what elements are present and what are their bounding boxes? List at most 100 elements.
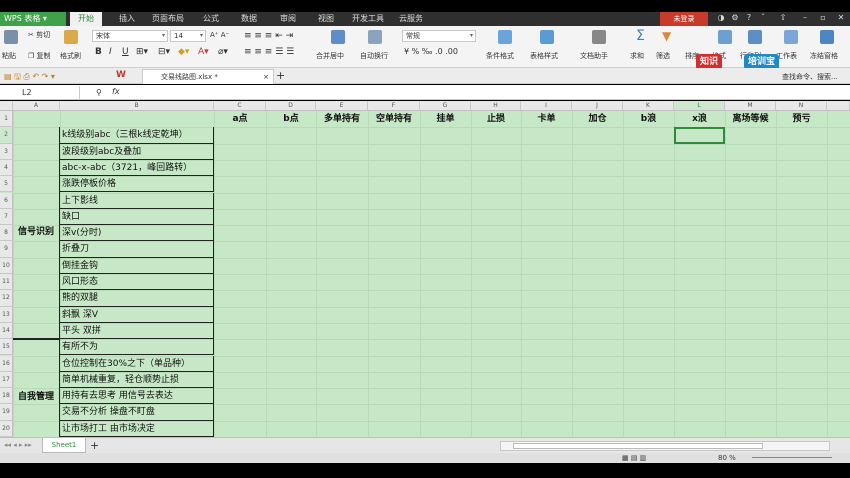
header-cell[interactable]: b浪 bbox=[623, 111, 674, 127]
sheet-nav-icons[interactable]: ◂◂ ◂ ▸ ▸▸ bbox=[4, 441, 32, 449]
column-header[interactable]: K bbox=[623, 101, 674, 111]
conditional-format-label[interactable]: 条件格式 bbox=[486, 51, 514, 61]
minimize-icon[interactable]: – bbox=[800, 13, 810, 23]
header-cell[interactable]: 加仓 bbox=[572, 111, 623, 127]
header-cell[interactable]: a点 bbox=[214, 111, 266, 127]
scrollbar-thumb[interactable] bbox=[513, 443, 763, 449]
row-header[interactable]: 11 bbox=[0, 274, 13, 291]
row-header[interactable]: 17 bbox=[0, 371, 13, 389]
tab-formulas[interactable]: 公式 bbox=[203, 12, 219, 26]
new-tab-icon[interactable]: + bbox=[276, 69, 285, 82]
row-header[interactable]: 15 bbox=[0, 339, 13, 356]
table-style-icon[interactable] bbox=[540, 30, 554, 44]
header-cell[interactable]: 离场等候 bbox=[725, 111, 776, 127]
clear-format-icon[interactable]: ⌀▾ bbox=[218, 47, 228, 57]
formula-input[interactable] bbox=[132, 87, 832, 99]
row-col-icon[interactable] bbox=[748, 30, 762, 44]
column-header[interactable]: B bbox=[60, 101, 214, 111]
font-size-select[interactable]: 14 bbox=[170, 30, 206, 42]
row-header[interactable]: 3 bbox=[0, 143, 13, 160]
font-name-select[interactable]: 宋体 bbox=[92, 30, 168, 42]
expand-icon[interactable]: ˆ bbox=[758, 13, 768, 23]
help-icon[interactable]: ? bbox=[744, 13, 754, 23]
view-mode-icons[interactable]: ▦ ▤ ▥ bbox=[622, 454, 646, 462]
cut-button[interactable]: ✂ 剪切 bbox=[28, 30, 50, 40]
share-icon[interactable]: ⇧ bbox=[778, 13, 788, 23]
signal-item-cell[interactable]: 熊的双腿 bbox=[60, 290, 214, 307]
self-management-item-cell[interactable]: 简单机械重复，轻仓顺势止损 bbox=[60, 371, 214, 389]
wrap-text-label[interactable]: 自动换行 bbox=[360, 51, 388, 61]
close-tab-icon[interactable]: × bbox=[263, 70, 269, 84]
app-menu-button[interactable]: WPS 表格 ▾ bbox=[0, 12, 66, 26]
maximize-icon[interactable]: ▫ bbox=[818, 13, 828, 23]
row-header[interactable]: 9 bbox=[0, 241, 13, 258]
column-header[interactable]: C bbox=[214, 101, 266, 111]
column-header[interactable]: I bbox=[521, 101, 572, 111]
header-cell[interactable]: 空单持有 bbox=[368, 111, 420, 127]
header-cell[interactable]: 止损 bbox=[471, 111, 521, 127]
tab-insert[interactable]: 插入 bbox=[119, 12, 135, 26]
row-header[interactable]: 19 bbox=[0, 404, 13, 421]
self-management-item-cell[interactable]: 交易不分析 操盘不盯盘 bbox=[60, 404, 214, 421]
column-header[interactable]: E bbox=[316, 101, 368, 111]
zoom-slider[interactable] bbox=[752, 457, 832, 458]
row-header[interactable]: 7 bbox=[0, 208, 13, 226]
bold-button[interactable]: B bbox=[95, 47, 102, 57]
row-header[interactable]: 13 bbox=[0, 306, 13, 323]
spreadsheet-grid[interactable]: A B C D E F G H I J K L M N 1 2 3 4 5 6 7 8 9 10 11 12 13 14 15 16 17 1… bbox=[0, 101, 850, 437]
tab-developer[interactable]: 开发工具 bbox=[352, 12, 384, 26]
header-cell[interactable]: 预亏 bbox=[776, 111, 827, 127]
signal-item-cell[interactable]: k线级别abc（三根k线定乾坤） bbox=[60, 127, 214, 144]
paste-icon[interactable] bbox=[4, 30, 18, 44]
tab-cloud[interactable]: 云服务 bbox=[399, 12, 423, 26]
select-all-corner[interactable] bbox=[0, 101, 13, 111]
name-box[interactable]: L2 bbox=[0, 86, 80, 99]
signal-item-cell[interactable]: 平头 双拼 bbox=[60, 322, 214, 340]
row-header[interactable]: 6 bbox=[0, 192, 13, 209]
number-format-icons[interactable]: ¥ % ‰ .0 .00 bbox=[404, 47, 458, 56]
underline-button[interactable]: U bbox=[122, 47, 129, 57]
file-tab[interactable]: 交易线路图.xlsx * × bbox=[142, 69, 274, 84]
worksheet-label[interactable]: 工作表 bbox=[776, 51, 797, 61]
self-management-item-cell[interactable]: 有所不为 bbox=[60, 339, 214, 356]
column-header[interactable]: L bbox=[674, 101, 725, 111]
align-top-icons[interactable]: ≡ ≡ ≡ ⇤ ⇥ bbox=[244, 31, 293, 41]
border-icon[interactable]: ⊞▾ bbox=[136, 47, 148, 57]
symbol-icon[interactable] bbox=[592, 30, 606, 44]
column-header[interactable]: G bbox=[420, 101, 471, 111]
tab-view[interactable]: 视图 bbox=[318, 12, 334, 26]
row-header[interactable]: 8 bbox=[0, 225, 13, 242]
self-management-item-cell[interactable]: 用持有去思考 用信号去表达 bbox=[60, 388, 214, 405]
login-button[interactable]: 未登录 bbox=[660, 12, 708, 26]
row-header[interactable]: 18 bbox=[0, 388, 13, 405]
row-header[interactable]: 20 bbox=[0, 420, 13, 437]
merge-center-icon[interactable] bbox=[331, 30, 345, 44]
tab-home[interactable]: 开始 bbox=[70, 12, 102, 26]
zoom-search-icon[interactable]: ⚲ bbox=[96, 88, 102, 97]
settings-icon[interactable]: ⚙ bbox=[730, 13, 740, 23]
header-cell[interactable]: 卡单 bbox=[521, 111, 572, 127]
table-style-label[interactable]: 表格样式 bbox=[530, 51, 558, 61]
row-header[interactable]: 4 bbox=[0, 159, 13, 177]
group-label-signal[interactable]: 信号识别 bbox=[13, 127, 60, 340]
cell-style-icon[interactable]: ⊟▾ bbox=[158, 47, 170, 57]
horizontal-scrollbar[interactable] bbox=[500, 441, 830, 451]
signal-item-cell[interactable]: 折叠刀 bbox=[60, 241, 214, 258]
column-header[interactable]: F bbox=[368, 101, 420, 111]
fx-button[interactable]: fx bbox=[112, 87, 120, 96]
filter-icon[interactable]: ▼ bbox=[662, 29, 671, 43]
tab-review[interactable]: 审阅 bbox=[280, 12, 296, 26]
freeze-icon[interactable] bbox=[820, 30, 834, 44]
wrap-text-icon[interactable] bbox=[368, 30, 382, 44]
header-cell[interactable]: b点 bbox=[266, 111, 316, 127]
sheet-tab[interactable]: Sheet1 bbox=[42, 438, 86, 453]
quick-access-icons[interactable]: ▤ 🖫 ⎙ ↶ ↷ ▾ bbox=[4, 71, 55, 85]
header-cell[interactable]: 挂单 bbox=[420, 111, 471, 127]
format-painter-icon[interactable] bbox=[64, 30, 78, 44]
column-header[interactable]: H bbox=[471, 101, 521, 111]
sum-label[interactable]: 求和 bbox=[630, 51, 644, 61]
row-header[interactable]: 12 bbox=[0, 290, 13, 307]
signal-item-cell[interactable]: 深v(分时) bbox=[60, 225, 214, 242]
self-management-item-cell[interactable]: 仓位控制在30%之下（单品种） bbox=[60, 355, 214, 372]
freeze-label[interactable]: 冻结窗格 bbox=[810, 51, 838, 61]
